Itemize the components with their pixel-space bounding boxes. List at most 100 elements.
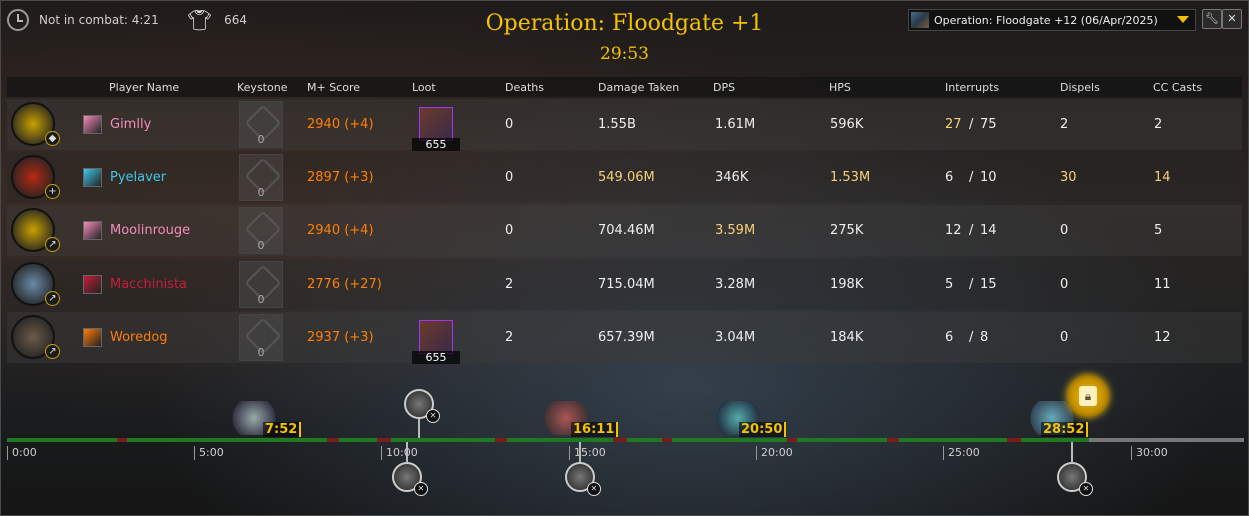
player-row[interactable]: ↗ Moolinrouge 0 2940 (+4) 0 704.46M 3.59M 275K 1… xyxy=(7,205,1242,256)
interrupts-total: 15 xyxy=(980,277,997,292)
col-player-name[interactable]: Player Name xyxy=(109,81,179,94)
player-row[interactable]: ↗ Macchinista 0 2776 (+27) 2 715.04M 3.28M 198K… xyxy=(7,259,1242,310)
player-name[interactable]: Gimlly xyxy=(110,117,151,132)
hps-value: 596K xyxy=(830,117,864,132)
cc-casts-value: 12 xyxy=(1154,330,1171,345)
hps-value: 198K xyxy=(830,277,864,292)
loot-item-icon[interactable]: 655 xyxy=(412,107,460,151)
death-marker-icon[interactable]: ✕ xyxy=(392,462,428,496)
interrupts-total: 75 xyxy=(980,117,997,132)
tick-20: 20:00 xyxy=(756,446,793,460)
damage-taken-value: 704.46M xyxy=(598,223,655,238)
close-icon: ✕ xyxy=(1227,12,1237,25)
loot-item-level: 655 xyxy=(412,138,460,151)
mplus-score: 2940 (+4) xyxy=(307,117,374,132)
player-row[interactable]: + Pyelaver 0 2897 (+3) 0 549.06M 346K 1.53M 6 / 10… xyxy=(7,152,1242,203)
dps-value: 3.28M xyxy=(715,277,756,292)
death-marker-icon[interactable]: ✕ xyxy=(565,462,601,496)
player-row[interactable]: ↗ Woredog 0 2937 (+3) 655 2 657.39M 3.04M 184K 6 /… xyxy=(7,312,1242,364)
keystone-slot[interactable]: 0 xyxy=(239,154,283,201)
interrupts-value: 27 xyxy=(945,117,962,132)
close-button[interactable]: ✕ xyxy=(1222,9,1242,29)
interrupts-separator: / xyxy=(969,330,974,345)
dps-value: 346K xyxy=(715,170,749,185)
run-selector-dropdown[interactable]: Operation: Floodgate +12 (06/Apr/2025) xyxy=(908,9,1196,31)
deaths-value: 0 xyxy=(505,223,514,238)
mplus-score: 2897 (+3) xyxy=(307,170,374,185)
cc-casts-value: 5 xyxy=(1154,223,1163,238)
player-name[interactable]: Woredog xyxy=(110,330,168,345)
interrupts-separator: / xyxy=(969,117,974,132)
col-cc[interactable]: CC Casts xyxy=(1153,81,1202,94)
tank-role-icon: ◆ xyxy=(45,131,60,146)
dps-value: 3.59M xyxy=(715,223,756,238)
deaths-value: 2 xyxy=(505,330,514,345)
loot-item-level: 655 xyxy=(412,351,460,364)
skull-icon: ✕ xyxy=(1079,482,1093,496)
boss-3-kill-time: 20:50 xyxy=(739,422,787,437)
dispels-value: 30 xyxy=(1060,170,1077,185)
skull-icon: ✕ xyxy=(426,409,440,423)
healer-role-icon: + xyxy=(45,184,60,199)
wrench-icon: 🔧︎ xyxy=(1205,12,1219,25)
class-icon xyxy=(83,168,102,187)
run-selector-value: Operation: Floodgate +12 (06/Apr/2025) xyxy=(934,13,1158,27)
col-keystone[interactable]: Keystone xyxy=(237,81,287,94)
death-marker-icon[interactable]: ✕ xyxy=(1057,462,1093,496)
cc-casts-value: 14 xyxy=(1154,170,1171,185)
mplus-score: 2776 (+27) xyxy=(307,277,382,292)
interrupts-value: 6 xyxy=(945,330,954,345)
deaths-value: 0 xyxy=(505,117,514,132)
player-row[interactable]: ◆ Gimlly 0 2940 (+4) 655 0 1.55B 1.61M 596K 27 / 75… xyxy=(7,99,1242,151)
interrupts-separator: / xyxy=(969,223,974,238)
damage-taken-value: 1.55B xyxy=(598,117,636,132)
col-interrupts[interactable]: Interrupts xyxy=(945,81,999,94)
col-hps[interactable]: HPS xyxy=(829,81,851,94)
timeline-bar xyxy=(7,438,1244,442)
keystone-level: 0 xyxy=(257,186,265,199)
col-damage-taken[interactable]: Damage Taken xyxy=(598,81,679,94)
interrupts-value: 12 xyxy=(945,223,962,238)
vault-icon[interactable]: 🔒︎ xyxy=(1067,375,1109,417)
tick-10: 10:00 xyxy=(381,446,418,460)
loot-item-icon[interactable]: 655 xyxy=(412,320,460,364)
dispels-value: 2 xyxy=(1060,117,1069,132)
damage-taken-value: 657.39M xyxy=(598,330,655,345)
interrupts-value: 6 xyxy=(945,170,954,185)
keystone-slot[interactable]: 0 xyxy=(239,314,283,361)
col-dps[interactable]: DPS xyxy=(713,81,735,94)
col-score[interactable]: M+ Score xyxy=(307,81,360,94)
tick-30: 30:00 xyxy=(1131,446,1168,460)
death-marker-icon[interactable]: ✕ xyxy=(404,389,440,423)
boss-4-kill-time: 28:52 xyxy=(1041,422,1089,437)
tick-15: 15:00 xyxy=(569,446,606,460)
col-dispels[interactable]: Dispels xyxy=(1060,81,1100,94)
col-loot[interactable]: Loot xyxy=(412,81,436,94)
player-name[interactable]: Pyelaver xyxy=(110,170,166,185)
dispels-value: 0 xyxy=(1060,277,1069,292)
interrupts-total: 14 xyxy=(980,223,997,238)
run-timer: 29:53 xyxy=(600,44,649,64)
interrupts-separator: / xyxy=(969,277,974,292)
interrupts-total: 8 xyxy=(980,330,989,345)
mplus-score: 2940 (+4) xyxy=(307,223,374,238)
keystone-slot[interactable]: 0 xyxy=(239,207,283,254)
hps-value: 184K xyxy=(830,330,864,345)
table-header: Player Name Keystone M+ Score Loot Death… xyxy=(7,77,1242,97)
interrupts-value: 5 xyxy=(945,277,954,292)
dps-role-icon: ↗ xyxy=(45,344,60,359)
player-name[interactable]: Moolinrouge xyxy=(110,223,190,238)
player-name[interactable]: Macchinista xyxy=(110,277,187,292)
hps-value: 275K xyxy=(830,223,864,238)
cc-casts-value: 2 xyxy=(1154,117,1163,132)
hps-value: 1.53M xyxy=(830,170,871,185)
mplus-score: 2937 (+3) xyxy=(307,330,374,345)
keystone-level: 0 xyxy=(257,133,265,146)
settings-button[interactable]: 🔧︎ xyxy=(1202,9,1222,29)
keystone-slot[interactable]: 0 xyxy=(239,261,283,308)
keystone-level: 0 xyxy=(257,239,265,252)
dungeon-thumbnail-icon xyxy=(911,12,929,28)
keystone-slot[interactable]: 0 xyxy=(239,101,283,148)
col-deaths[interactable]: Deaths xyxy=(505,81,544,94)
class-icon xyxy=(83,115,102,134)
